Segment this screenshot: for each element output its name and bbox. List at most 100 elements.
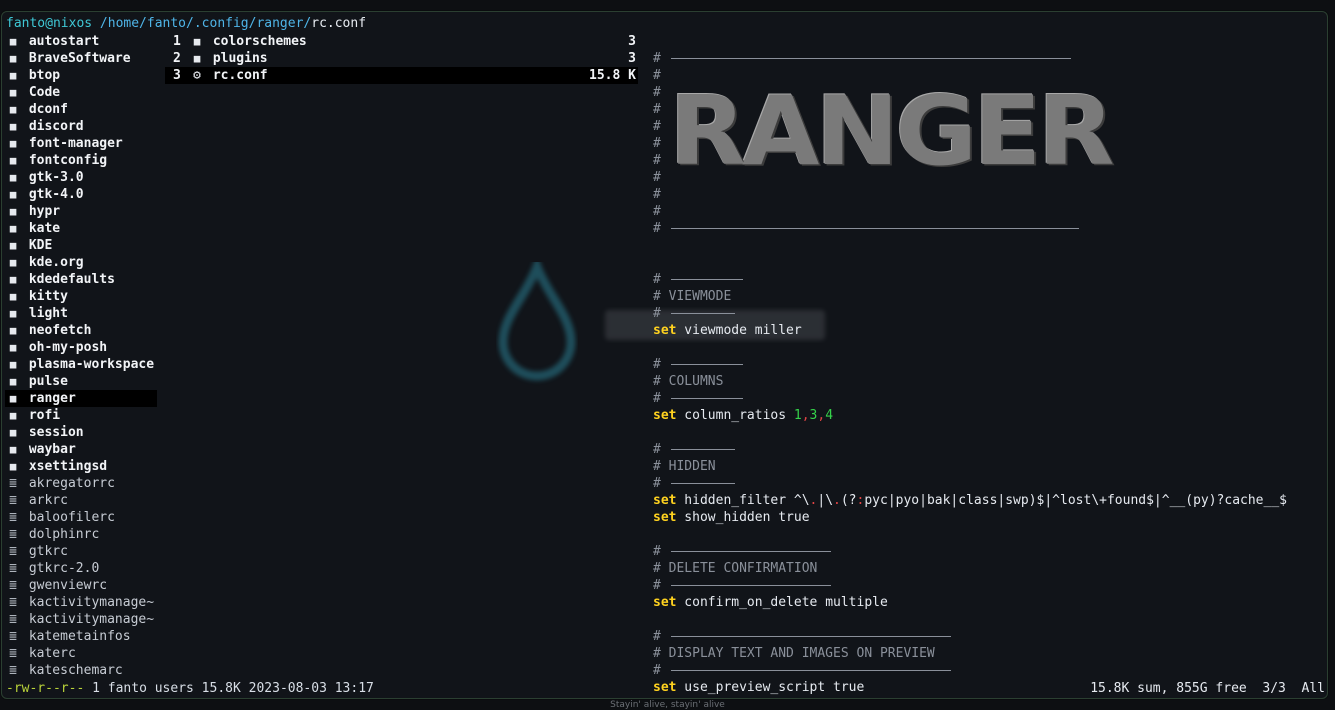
directory-entry[interactable]: ■ discord — [5, 118, 157, 135]
directory-entry[interactable]: ■ plasma-workspace — [5, 356, 157, 373]
text-file-icon: ≣ — [9, 561, 17, 576]
file-entry[interactable]: ≣ kateschemarc — [5, 662, 157, 679]
entry-name: Code — [21, 85, 61, 100]
directory-entry[interactable]: ■ dconf — [5, 101, 157, 118]
preview-line: set show_hidden true — [653, 510, 810, 525]
directory-entry[interactable]: ■ hypr — [5, 203, 157, 220]
comment-divider — [671, 636, 951, 637]
text-file-icon: ≣ — [9, 544, 17, 559]
file-entry[interactable]: ≣ arkrc — [5, 492, 157, 509]
folder-icon: ■ — [9, 426, 17, 439]
entry-name: plasma-workspace — [21, 357, 155, 372]
entry-size: 3 — [628, 51, 636, 66]
directory-entry[interactable]: ■ autostart — [5, 33, 157, 50]
comment-divider — [671, 364, 743, 365]
file-entry[interactable]: 3 ⚙ rc.conf 15.8 K — [165, 67, 638, 84]
folder-icon: ■ — [9, 103, 17, 116]
comment-divider — [671, 670, 951, 671]
entry-size: 15.8 K — [589, 68, 636, 83]
file-entry[interactable]: ≣ gwenviewrc — [5, 577, 157, 594]
preview-line: set column_ratios 1,3,4 — [653, 408, 834, 423]
folder-icon: ■ — [9, 222, 17, 235]
preview-line: # — [653, 442, 669, 457]
entry-name: font-manager — [21, 136, 123, 151]
preview-line: set hidden_filter ^\.|\.(?:pyc|pyo|bak|c… — [653, 493, 1287, 508]
file-permissions: -rw-r--r-- — [6, 681, 85, 696]
text-file-icon: ≣ — [9, 510, 17, 525]
directory-entry[interactable]: 2 ■ plugins 3 — [165, 50, 638, 67]
directory-entry[interactable]: ■ kde.org — [5, 254, 157, 271]
file-entry[interactable]: ≣ gtkrc-2.0 — [5, 560, 157, 577]
entry-name: gtkrc — [21, 544, 68, 559]
directory-entry[interactable]: ■ font-manager — [5, 135, 157, 152]
file-entry[interactable]: ≣ baloofilerc — [5, 509, 157, 526]
preview-line: # — [653, 187, 661, 202]
directory-entry[interactable]: ■ waybar — [5, 441, 157, 458]
directory-entry[interactable]: ■ oh-my-posh — [5, 339, 157, 356]
folder-icon: ■ — [9, 205, 17, 218]
entry-name: colorschemes — [205, 34, 307, 49]
entry-name: katerc — [21, 646, 76, 661]
directory-entry[interactable]: ■ BraveSoftware — [5, 50, 157, 67]
file-entry[interactable]: ≣ gtkrc — [5, 543, 157, 560]
folder-icon: ■ — [9, 341, 17, 354]
entry-name: discord — [21, 119, 84, 134]
preview-line: # — [653, 476, 669, 491]
directory-entry[interactable]: 1 ■ colorschemes 3 — [165, 33, 638, 50]
entry-name: dolphinrc — [21, 527, 100, 542]
preview-line: # — [653, 102, 661, 117]
entry-name: akregatorrc — [21, 476, 115, 491]
entry-name: btop — [21, 68, 61, 83]
preview-line: # — [653, 85, 661, 100]
directory-entry[interactable]: ■ ranger — [5, 390, 157, 407]
text-file-icon: ≣ — [9, 476, 17, 491]
directory-entry[interactable]: ■ xsettingsd — [5, 458, 157, 475]
directory-entry[interactable]: ■ session — [5, 424, 157, 441]
file-entry[interactable]: ≣ dolphinrc — [5, 526, 157, 543]
preview-line: # DISPLAY TEXT AND IMAGES ON PREVIEW — [653, 646, 935, 661]
directory-entry[interactable]: ■ kate — [5, 220, 157, 237]
directory-entry[interactable]: ■ rofi — [5, 407, 157, 424]
folder-icon: ■ — [9, 69, 17, 82]
directory-entry[interactable]: ■ kitty — [5, 288, 157, 305]
directory-entry[interactable]: ■ gtk-3.0 — [5, 169, 157, 186]
entry-name: BraveSoftware — [21, 51, 131, 66]
preview-line: # — [653, 136, 661, 151]
entry-name: gtk-4.0 — [21, 187, 84, 202]
directory-entry[interactable]: ■ neofetch — [5, 322, 157, 339]
file-entry[interactable]: ≣ akregatorrc — [5, 475, 157, 492]
folder-icon: ■ — [9, 273, 17, 286]
current-directory-column: 1 ■ colorschemes 3 2 ■ plugins 3 3 ⚙ rc.conf 15.… — [165, 33, 638, 84]
entry-name: rofi — [21, 408, 61, 423]
directory-entry[interactable]: ■ Code — [5, 84, 157, 101]
directory-entry[interactable]: ■ kdedefaults — [5, 271, 157, 288]
directory-entry[interactable]: ■ btop — [5, 67, 157, 84]
entry-name: baloofilerc — [21, 510, 115, 525]
entry-name: oh-my-posh — [21, 340, 108, 355]
window-footer-caption: Stayin' alive, stayin' alive — [610, 700, 725, 710]
entry-name: kateschemarc — [21, 663, 123, 678]
text-file-icon: ≣ — [9, 646, 17, 661]
file-entry[interactable]: ≣ kactivitymanage~ — [5, 611, 157, 628]
preview-line: # — [653, 221, 669, 236]
directory-entry[interactable]: ■ pulse — [5, 373, 157, 390]
entry-name: kde.org — [21, 255, 84, 270]
folder-icon: ■ — [9, 154, 17, 167]
directory-entry[interactable]: ■ KDE — [5, 237, 157, 254]
file-entry[interactable]: ≣ katerc — [5, 645, 157, 662]
folder-icon: ■ — [9, 392, 17, 405]
file-entry[interactable]: ≣ kactivitymanage~ — [5, 594, 157, 611]
text-file-icon: ≣ — [9, 493, 17, 508]
user-host: fanto@nixos — [6, 16, 93, 31]
directory-entry[interactable]: ■ gtk-4.0 — [5, 186, 157, 203]
preview-line: # DELETE CONFIRMATION — [653, 561, 818, 576]
entry-name: gtk-3.0 — [21, 170, 84, 185]
directory-entry[interactable]: ■ fontconfig — [5, 152, 157, 169]
file-entry[interactable]: ≣ katemetainfos — [5, 628, 157, 645]
text-file-icon: ≣ — [9, 595, 17, 610]
entry-name: xsettingsd — [21, 459, 108, 474]
comment-divider — [671, 398, 743, 399]
entry-name: session — [21, 425, 84, 440]
folder-icon: ■ — [9, 137, 17, 150]
directory-entry[interactable]: ■ light — [5, 305, 157, 322]
